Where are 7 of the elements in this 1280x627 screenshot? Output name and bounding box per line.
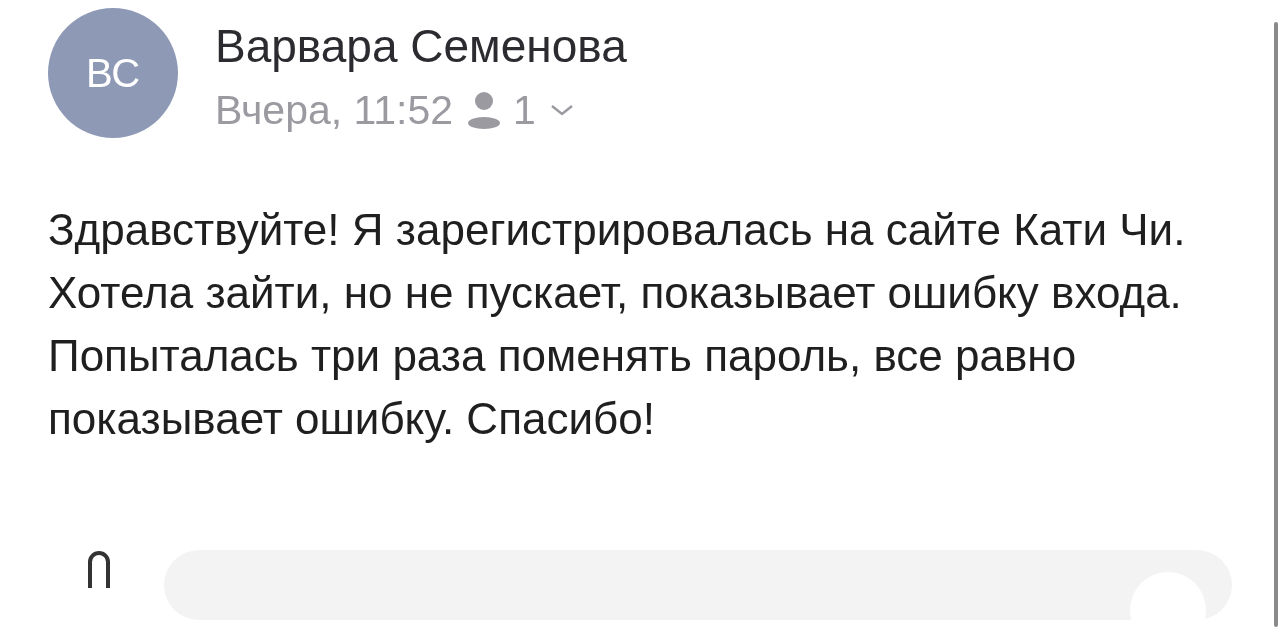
- sender-name: Варвара Семенова: [215, 18, 627, 73]
- message-text: Здравствуйте! Я зарегистрировалась на сайте Кати Чи. Хотела зайти, но не пускает, показывает ошибку входа. Попыталась три раза поменять пароль, все равно показывает ошибку. Спасибо!: [48, 204, 1187, 445]
- person-icon: [467, 91, 502, 129]
- recipients-count: 1: [513, 86, 536, 134]
- chevron-down-icon[interactable]: [549, 103, 574, 117]
- message-time: Вчера, 11:52: [215, 86, 454, 134]
- avatar: ВС: [48, 8, 178, 138]
